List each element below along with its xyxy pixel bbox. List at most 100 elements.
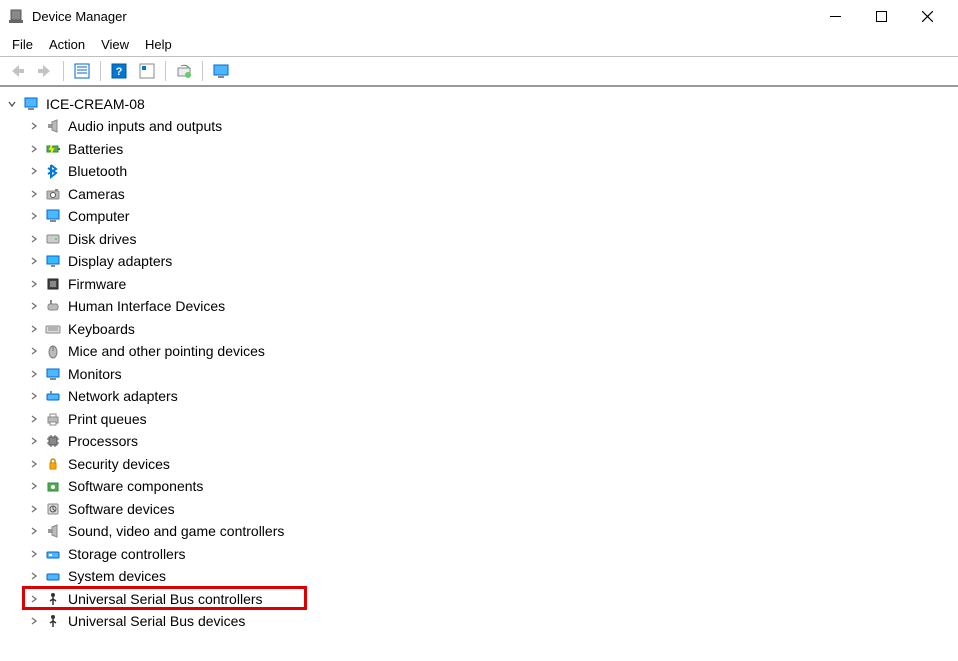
device-tree: ICE-CREAM-08 Audio inputs and outputsBat… [0,87,958,639]
tree-item[interactable]: Display adapters [2,250,956,273]
tree-item[interactable]: Firmware [2,273,956,296]
chevron-right-icon[interactable] [26,208,42,224]
tree-item[interactable]: Disk drives [2,228,956,251]
back-button[interactable] [4,59,30,83]
arrow-left-icon [8,62,26,80]
chevron-right-icon[interactable] [26,253,42,269]
help-button[interactable]: ? [106,59,132,83]
security-icon [44,455,62,473]
chevron-right-icon[interactable] [26,411,42,427]
system-icon [44,567,62,585]
tree-item-label: Print queues [66,408,147,430]
chevron-right-icon[interactable] [26,433,42,449]
tree-item[interactable]: Universal Serial Bus controllers [2,588,956,611]
tree-item-label: Batteries [66,138,123,160]
tree-item-label: Mice and other pointing devices [66,340,265,362]
chevron-right-icon[interactable] [26,613,42,629]
chevron-right-icon[interactable] [26,186,42,202]
tree-item[interactable]: Universal Serial Bus devices [2,610,956,633]
help-icon: ? [110,62,128,80]
softdev-icon [44,500,62,518]
chevron-right-icon[interactable] [26,388,42,404]
hid-icon [44,297,62,315]
tree-root[interactable]: ICE-CREAM-08 [2,93,956,115]
menu-file[interactable]: File [4,35,41,54]
tree-item[interactable]: Human Interface Devices [2,295,956,318]
tree-item-label: Firmware [66,273,126,295]
cpu-icon [44,432,62,450]
tree-item[interactable]: Batteries [2,138,956,161]
chevron-right-icon[interactable] [26,456,42,472]
chevron-right-icon[interactable] [26,546,42,562]
tree-item[interactable]: Network adapters [2,385,956,408]
properties-button[interactable] [69,59,95,83]
chevron-right-icon[interactable] [26,141,42,157]
menu-help[interactable]: Help [137,35,180,54]
menubar: File Action View Help [0,32,958,56]
minimize-button[interactable] [812,0,858,32]
keyboard-icon [44,320,62,338]
tree-item[interactable]: Storage controllers [2,543,956,566]
printer-icon [44,410,62,428]
sound-icon [44,522,62,540]
chevron-right-icon[interactable] [26,118,42,134]
action-button[interactable] [134,59,160,83]
separator [165,61,166,81]
chevron-right-icon[interactable] [26,231,42,247]
chevron-right-icon[interactable] [26,276,42,292]
chevron-right-icon[interactable] [26,163,42,179]
chevron-right-icon[interactable] [26,366,42,382]
tree-item[interactable]: Audio inputs and outputs [2,115,956,138]
chevron-right-icon[interactable] [26,478,42,494]
scan-button[interactable] [171,59,197,83]
action-icon [138,62,156,80]
close-button[interactable] [904,0,950,32]
monitor-icon [44,365,62,383]
tree-item-label: Sound, video and game controllers [66,520,284,542]
tree-item[interactable]: Computer [2,205,956,228]
tree-item[interactable]: Bluetooth [2,160,956,183]
tree-item[interactable]: Cameras [2,183,956,206]
separator [100,61,101,81]
tree-item-label: Monitors [66,363,122,385]
maximize-button[interactable] [858,0,904,32]
tree-item[interactable]: System devices [2,565,956,588]
tree-item[interactable]: Monitors [2,363,956,386]
arrow-right-icon [36,62,54,80]
chevron-right-icon[interactable] [26,343,42,359]
tree-item[interactable]: Sound, video and game controllers [2,520,956,543]
chevron-right-icon[interactable] [26,523,42,539]
root-label: ICE-CREAM-08 [44,93,145,115]
tree-item-label: Storage controllers [66,543,186,565]
tree-item[interactable]: Software devices [2,498,956,521]
tree-item[interactable]: Software components [2,475,956,498]
disk-icon [44,230,62,248]
menu-view[interactable]: View [93,35,137,54]
tree-item[interactable]: Keyboards [2,318,956,341]
properties-icon [73,62,91,80]
network-icon [44,387,62,405]
menu-action[interactable]: Action [41,35,93,54]
storage-icon [44,545,62,563]
chevron-right-icon[interactable] [26,568,42,584]
tree-item-label: Human Interface Devices [66,295,225,317]
component-icon [44,477,62,495]
speaker-icon [44,117,62,135]
tree-item-label: Audio inputs and outputs [66,115,222,137]
chevron-right-icon[interactable] [26,501,42,517]
monitor-button[interactable] [208,59,234,83]
tree-item[interactable]: Print queues [2,408,956,431]
tree-item-label: Disk drives [66,228,136,250]
chevron-right-icon[interactable] [26,298,42,314]
highlight-annotation [22,586,307,610]
tree-item[interactable]: Mice and other pointing devices [2,340,956,363]
chevron-right-icon[interactable] [26,321,42,337]
tree-item-label: Computer [66,205,129,227]
usbdev-icon [44,612,62,630]
tree-item-label: Universal Serial Bus devices [66,610,245,632]
tree-item[interactable]: Processors [2,430,956,453]
display-icon [44,252,62,270]
chevron-down-icon[interactable] [4,96,20,112]
forward-button[interactable] [32,59,58,83]
tree-item[interactable]: Security devices [2,453,956,476]
